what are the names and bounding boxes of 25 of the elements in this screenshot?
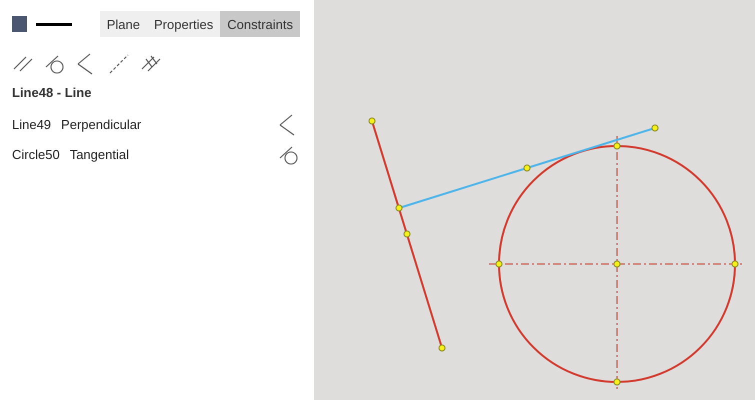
tab[interactable]: Properties	[147, 11, 220, 37]
control-point[interactable]	[404, 230, 410, 238]
control-point[interactable]	[368, 118, 376, 124]
constraint-target: Line49	[12, 117, 52, 132]
tangent-circle-icon[interactable]	[278, 144, 300, 166]
constraint-type: Tangential	[70, 147, 129, 162]
tab[interactable]: Constraints	[220, 11, 300, 37]
tab[interactable]: Plane	[100, 11, 147, 37]
control-point[interactable]	[524, 164, 530, 172]
line-style-swatch[interactable]	[36, 22, 72, 26]
constraint-type: Perpendicular	[61, 117, 142, 132]
selection-title: Line48 - Line	[12, 85, 92, 100]
control-point[interactable]	[496, 260, 502, 268]
dashed-line-icon[interactable]	[108, 53, 130, 75]
control-point[interactable]	[614, 142, 620, 150]
control-point[interactable]	[438, 344, 446, 352]
control-point[interactable]	[614, 378, 620, 386]
constraint-target: Circle50	[12, 147, 60, 162]
circle[interactable]	[498, 145, 736, 383]
tangent-circle-icon[interactable]	[44, 53, 66, 75]
control-point[interactable]	[652, 124, 658, 132]
control-point[interactable]	[396, 204, 402, 212]
fill-swatch[interactable]	[12, 16, 28, 32]
control-point[interactable]	[614, 260, 620, 268]
control-point[interactable]	[732, 260, 738, 268]
